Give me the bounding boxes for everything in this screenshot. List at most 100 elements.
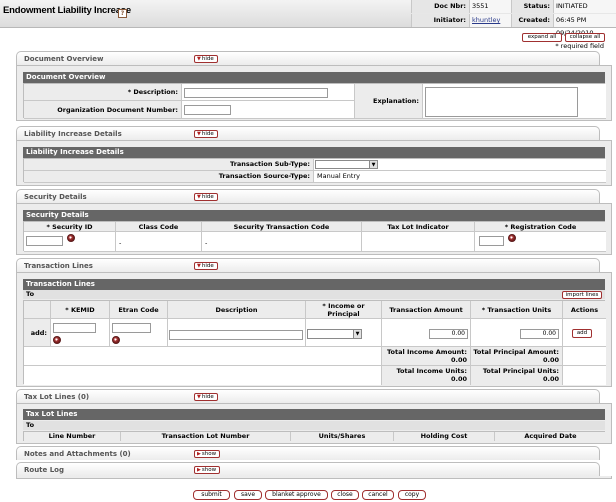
to-label: To bbox=[26, 290, 35, 298]
total-income-amount-label: Total Income Amount: bbox=[386, 348, 467, 356]
row-label-header bbox=[24, 301, 51, 319]
description-input[interactable] bbox=[184, 88, 328, 98]
document-overview-panel: Document Overview * Description: Organiz… bbox=[16, 65, 612, 121]
liability-details-hide-button[interactable]: ▼hide bbox=[194, 130, 218, 138]
liability-details-panel: Liability Increase Details Transaction S… bbox=[16, 140, 612, 186]
tax-lot-indicator-cell bbox=[362, 232, 475, 252]
income-principal-select[interactable]: ▼ bbox=[307, 329, 362, 339]
toggle-label: hide bbox=[201, 263, 214, 269]
class-code-value: - bbox=[116, 232, 202, 252]
lookup-icon[interactable] bbox=[112, 336, 120, 344]
to-bar: To bbox=[23, 421, 605, 430]
doc-nbr-label: Doc Nbr: bbox=[411, 0, 469, 13]
expand-all-button[interactable]: expand all bbox=[522, 33, 562, 42]
transaction-lines-subheader: Transaction Lines bbox=[23, 279, 605, 290]
submit-button[interactable]: submit bbox=[193, 490, 230, 500]
collapse-all-button[interactable]: collapse all bbox=[565, 33, 605, 42]
security-id-cell bbox=[24, 232, 116, 252]
chevron-down-icon: ▼ bbox=[353, 330, 361, 338]
created-value: 06:45 PM 09/24/2010 bbox=[553, 14, 616, 37]
document-overview-hide-button[interactable]: ▼hide bbox=[194, 55, 218, 63]
transaction-units-header: * Transaction Units bbox=[471, 301, 563, 319]
actions-header: Actions bbox=[563, 301, 606, 319]
etran-code-input[interactable] bbox=[112, 323, 151, 333]
add-row-label: add: bbox=[24, 319, 51, 347]
security-details-grid: * Security ID Class Code Security Transa… bbox=[23, 221, 606, 252]
kemid-cell bbox=[51, 319, 110, 347]
org-doc-number-cell bbox=[182, 101, 355, 119]
transaction-lot-number-header: Transaction Lot Number bbox=[121, 432, 291, 441]
description-cell bbox=[182, 84, 355, 101]
total-principal-units-value: 0.00 bbox=[542, 375, 559, 383]
total-principal-amount-value: 0.00 bbox=[542, 356, 559, 364]
transaction-units-input[interactable]: 0.00 bbox=[520, 329, 559, 339]
initiator-label: Initiator: bbox=[411, 14, 469, 27]
explanation-cell bbox=[423, 84, 606, 119]
security-details-hide-button[interactable]: ▼hide bbox=[194, 193, 218, 201]
transaction-code-value: - bbox=[202, 232, 362, 252]
sub-type-select[interactable]: ▼ bbox=[315, 160, 378, 169]
registration-code-input[interactable] bbox=[479, 236, 504, 246]
route-log-show-button[interactable]: ▶show bbox=[194, 466, 221, 474]
line-description-input[interactable] bbox=[169, 330, 303, 340]
total-income-units: Total Income Units: 0.00 bbox=[382, 366, 471, 385]
lookup-icon[interactable] bbox=[67, 234, 75, 242]
cancel-button[interactable]: cancel bbox=[362, 490, 394, 500]
add-line-button[interactable]: add bbox=[572, 329, 592, 338]
registration-code-header: * Registration Code bbox=[475, 222, 606, 232]
description-cell bbox=[168, 319, 306, 347]
transaction-amount-input[interactable]: 0.00 bbox=[429, 329, 468, 339]
totals-actions-spacer bbox=[563, 366, 606, 385]
tab-label: Document Overview bbox=[24, 55, 104, 63]
copy-button[interactable]: copy bbox=[398, 490, 426, 500]
source-type-value: Manual Entry bbox=[314, 171, 606, 183]
tab-liability-increase-details: Liability Increase Details ▼hide bbox=[16, 126, 600, 140]
sub-type-cell: ▼ bbox=[314, 159, 606, 171]
created-label: Created: bbox=[511, 14, 553, 27]
triangle-right-icon: ▶ bbox=[197, 467, 201, 473]
totals-spacer bbox=[24, 347, 382, 366]
notes-show-button[interactable]: ▶show bbox=[194, 450, 221, 458]
class-code-header: Class Code bbox=[116, 222, 202, 232]
transaction-lines-hide-button[interactable]: ▼hide bbox=[194, 262, 218, 270]
security-id-input[interactable] bbox=[26, 236, 63, 246]
save-button[interactable]: save bbox=[234, 490, 262, 500]
org-doc-number-input[interactable] bbox=[184, 105, 231, 115]
explanation-textarea[interactable] bbox=[425, 87, 578, 117]
tab-document-overview: Document Overview ▼hide bbox=[16, 51, 600, 65]
lookup-icon[interactable] bbox=[53, 336, 61, 344]
liability-details-subheader: Liability Increase Details bbox=[23, 147, 605, 158]
explanation-label: Explanation: bbox=[355, 84, 423, 119]
triangle-down-icon: ▼ bbox=[197, 263, 201, 269]
initiator-link[interactable]: khuntley bbox=[472, 16, 500, 24]
units-shares-header: Units/Shares bbox=[291, 432, 394, 441]
total-principal-units-label: Total Principal Units: bbox=[482, 367, 559, 375]
close-button[interactable]: close bbox=[331, 490, 359, 500]
description-label: * Description: bbox=[24, 84, 182, 101]
tab-label: Route Log bbox=[24, 466, 64, 474]
line-number-header: Line Number bbox=[24, 432, 121, 441]
tab-label: Liability Increase Details bbox=[24, 130, 122, 138]
import-lines-button[interactable]: import lines bbox=[562, 291, 602, 299]
tab-route-log: Route Log ▶show bbox=[16, 462, 600, 476]
tab-label: Transaction Lines bbox=[24, 262, 93, 270]
transaction-amount-header: Transaction Amount bbox=[382, 301, 471, 319]
triangle-down-icon: ▼ bbox=[197, 131, 201, 137]
transaction-lines-grid: * KEMID Etran Code Description * Income … bbox=[23, 300, 606, 385]
blanket-approve-button[interactable]: blanket approve bbox=[265, 490, 328, 500]
toggle-label: show bbox=[201, 451, 217, 457]
tab-transaction-lines: Transaction Lines ▼hide bbox=[16, 258, 600, 272]
triangle-right-icon: ▶ bbox=[197, 451, 201, 457]
document-overview-subheader: Document Overview bbox=[23, 72, 605, 83]
required-field-note: * required field bbox=[555, 42, 604, 50]
tab-label: Tax Lot Lines (0) bbox=[24, 393, 90, 401]
tax-lot-lines-hide-button[interactable]: ▼hide bbox=[194, 393, 218, 401]
total-income-units-label: Total Income Units: bbox=[396, 367, 467, 375]
security-id-header: * Security ID bbox=[24, 222, 116, 232]
toggle-label: hide bbox=[201, 131, 214, 137]
lookup-icon[interactable] bbox=[508, 234, 516, 242]
help-icon[interactable]: ? bbox=[118, 9, 127, 18]
kemid-input[interactable] bbox=[53, 323, 96, 333]
kemid-header: * KEMID bbox=[51, 301, 110, 319]
doc-nbr-value: 3551 bbox=[469, 0, 511, 13]
